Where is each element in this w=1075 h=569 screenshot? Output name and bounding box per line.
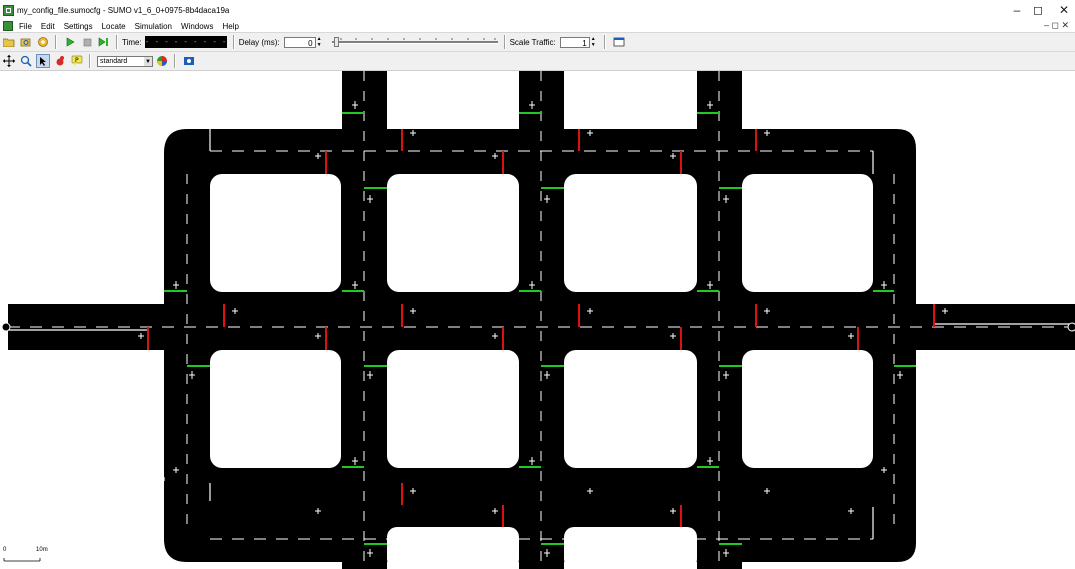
bottom-gap	[564, 527, 697, 569]
block	[564, 174, 697, 292]
toolbar-separator	[503, 35, 506, 49]
top-gap	[564, 71, 697, 129]
run-icon[interactable]	[63, 35, 77, 49]
block	[210, 350, 341, 468]
window-title: my_config_file.sumocfg - SUMO v1_6_0+097…	[17, 5, 230, 15]
menu-bar: File Edit Settings Locate Simulation Win…	[0, 20, 1075, 32]
bottom-right-corner	[742, 562, 1075, 569]
toolbar-separator	[89, 54, 91, 68]
color-scheme-value: standard	[100, 57, 128, 65]
block	[742, 174, 873, 292]
block	[387, 350, 519, 468]
toolbar-separator	[174, 54, 176, 68]
locate-poi-icon[interactable]: P	[70, 54, 84, 68]
top-left-corner	[0, 71, 342, 129]
delay-slider[interactable]	[331, 36, 498, 48]
slider-thumb[interactable]	[333, 37, 339, 47]
close-simulation-icon[interactable]	[36, 35, 50, 49]
simulation-toolbar: Time: - - - - - - - - - - - - - - Delay …	[0, 32, 1075, 51]
toolbar-separator	[116, 35, 118, 49]
menu-simulation[interactable]: Simulation	[135, 22, 172, 31]
bottom-left-corner	[0, 562, 342, 569]
scale-traffic-input[interactable]: 1	[559, 36, 590, 48]
top-right-corner	[742, 71, 1075, 129]
minimize-button[interactable]: –	[1010, 3, 1024, 17]
toolbar-separator	[55, 35, 57, 49]
scale-ten-meters: 10m	[36, 547, 48, 553]
block	[564, 350, 697, 468]
bottom-gap	[387, 527, 519, 569]
block	[742, 350, 873, 468]
scale-zero: 0	[3, 547, 7, 553]
scale-bar: 0 10m	[3, 547, 48, 553]
maximize-button[interactable]: ◻	[1031, 3, 1045, 17]
close-button[interactable]: ✕	[1057, 3, 1071, 17]
toolbar-separator	[603, 35, 606, 49]
time-display: - - - - - - - - - - - - - -	[144, 36, 227, 48]
menu-edit[interactable]: Edit	[41, 22, 55, 31]
select-pointer-icon[interactable]	[36, 54, 50, 68]
step-icon[interactable]	[97, 35, 111, 49]
road-network	[0, 71, 1075, 569]
new-view-window-icon[interactable]	[612, 35, 626, 49]
zoom-magnifier-icon[interactable]	[19, 54, 33, 68]
stop-icon[interactable]	[80, 35, 94, 49]
menu-file[interactable]: File	[19, 22, 32, 31]
locate-vehicle-icon[interactable]	[53, 54, 67, 68]
screenshot-camera-icon[interactable]	[182, 54, 196, 68]
scale-bar-line	[3, 558, 41, 562]
menu-windows[interactable]: Windows	[181, 22, 213, 31]
time-label: Time:	[122, 37, 142, 47]
mdi-window-controls[interactable]: – ◻ ✕	[1044, 20, 1069, 31]
title-bar: my_config_file.sumocfg - SUMO v1_6_0+097…	[0, 0, 1075, 20]
slider-track	[331, 41, 498, 44]
color-scheme-select[interactable]: standard ▼	[97, 55, 153, 67]
view-toolbar: P standard ▼	[0, 51, 1075, 71]
top-gap	[387, 71, 519, 129]
edit-coloring-scheme-icon[interactable]	[155, 54, 169, 68]
scale-traffic-label: Scale Traffic:	[509, 37, 556, 47]
menu-locate[interactable]: Locate	[102, 22, 126, 31]
block	[210, 174, 341, 292]
scale-traffic-spinner[interactable]: ▲ ▼	[591, 36, 598, 48]
delay-label: Delay (ms):	[238, 37, 280, 47]
open-folder-icon[interactable]	[2, 35, 16, 49]
menu-settings[interactable]: Settings	[64, 22, 93, 31]
svg-text:P: P	[75, 57, 79, 64]
block	[387, 174, 519, 292]
chevron-down-icon: ▼	[144, 56, 152, 66]
reload-icon[interactable]	[19, 35, 33, 49]
network-view[interactable]	[0, 71, 1075, 569]
view-window-icon	[3, 21, 13, 31]
toolbar-separator	[232, 35, 235, 49]
sumo-app-icon	[3, 4, 14, 16]
delay-spinner[interactable]: ▲ ▼	[317, 36, 324, 48]
recenter-view-icon[interactable]	[2, 54, 16, 68]
delay-input[interactable]: 0	[283, 36, 316, 48]
menu-help[interactable]: Help	[222, 22, 238, 31]
